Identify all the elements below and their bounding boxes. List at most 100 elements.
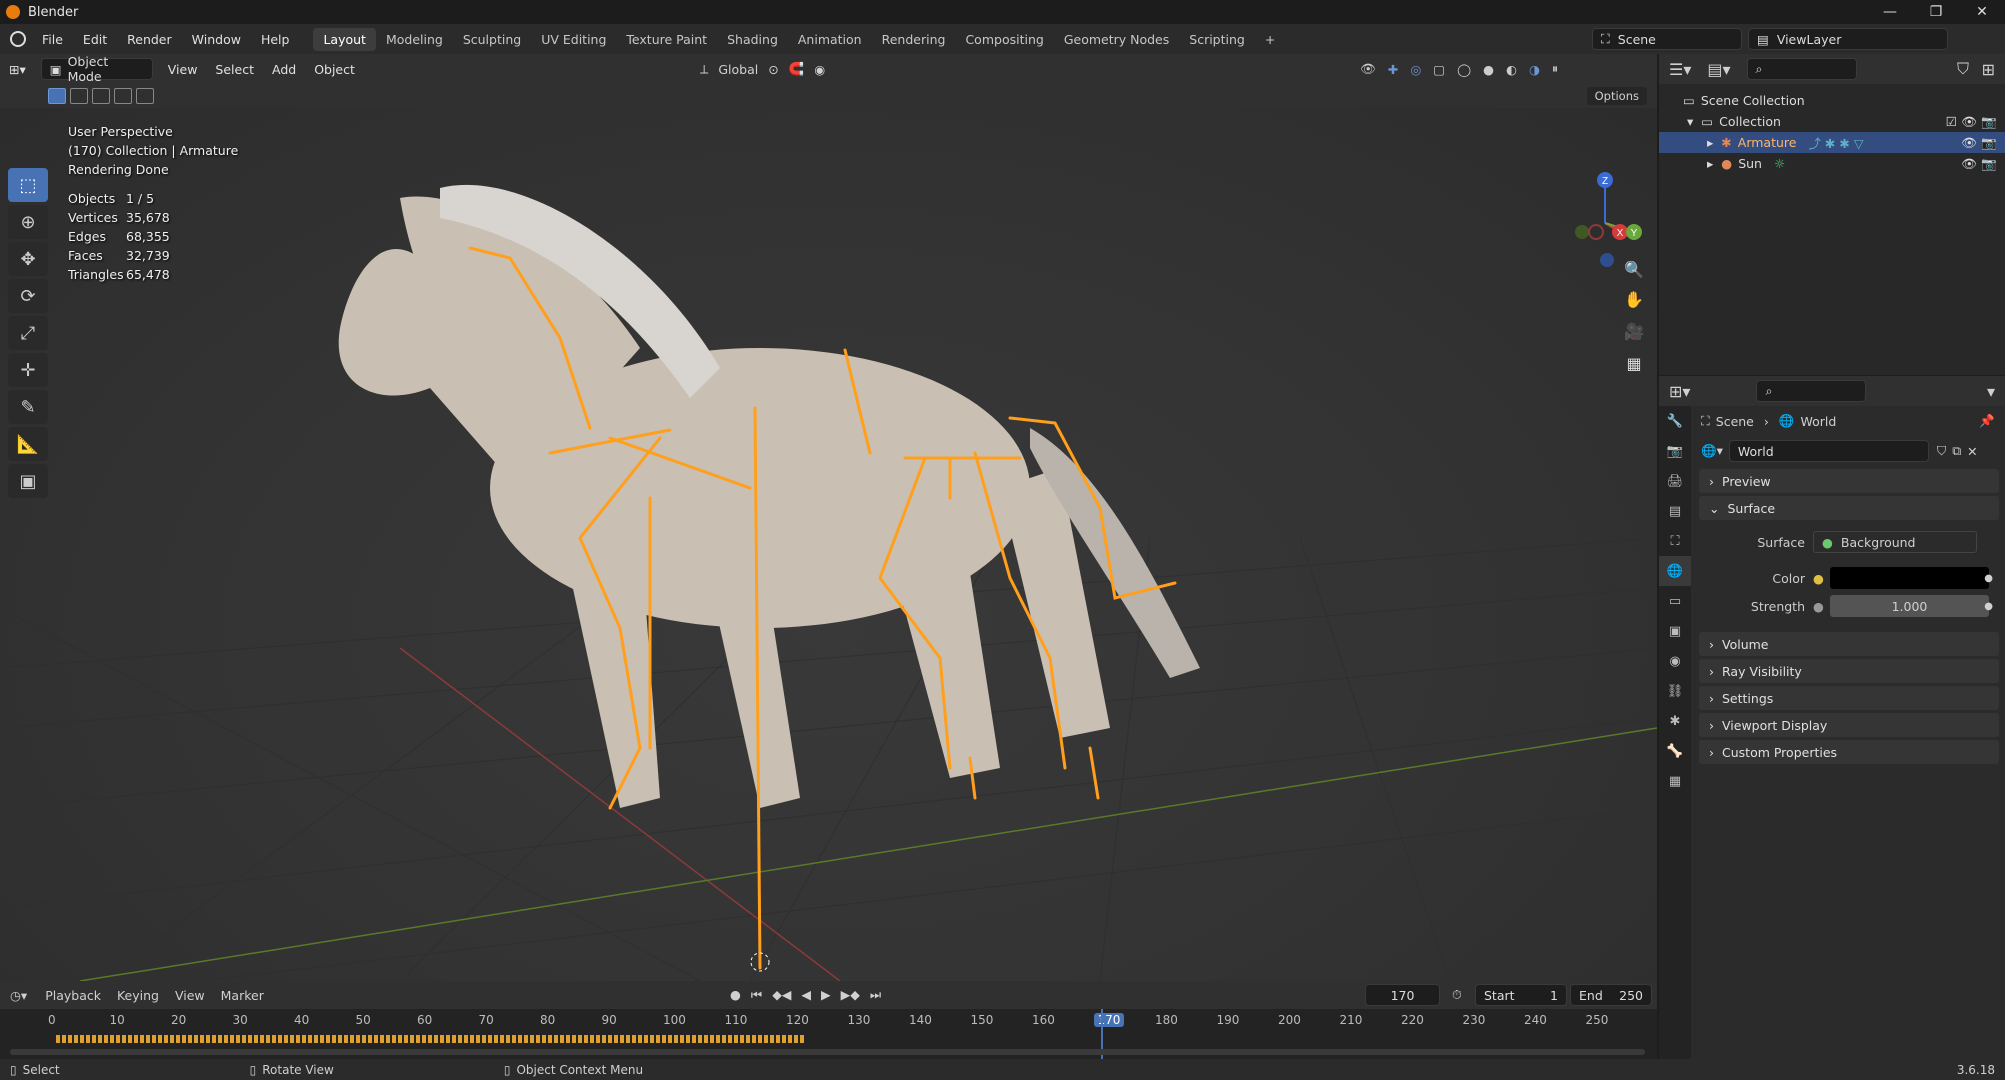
jump-start-icon[interactable]: ⏮ bbox=[751, 987, 762, 1003]
annotate-tool-icon[interactable]: ✎ bbox=[8, 390, 48, 424]
duplicate-icon[interactable]: ⧉ bbox=[1952, 443, 1961, 459]
add-workspace-button[interactable]: + bbox=[1255, 28, 1285, 51]
zoom-icon[interactable]: 🔍 bbox=[1620, 256, 1648, 284]
scene-tab-icon[interactable]: ⛶ bbox=[1659, 526, 1691, 556]
select-box-tool-icon[interactable]: ⬚ bbox=[8, 168, 48, 202]
transform-tool-icon[interactable]: ✛ bbox=[8, 353, 48, 387]
select-mode-invert-icon[interactable] bbox=[114, 88, 132, 104]
play-reverse-icon[interactable]: ◀ bbox=[801, 987, 811, 1003]
pivot-icon[interactable]: ⊙ bbox=[768, 62, 778, 77]
select-mode-extend-icon[interactable] bbox=[70, 88, 88, 104]
scale-tool-icon[interactable]: ⤢ bbox=[8, 316, 48, 350]
3d-viewport[interactable]: ⊞▾ ▣ Object Mode View Select Add Object … bbox=[0, 54, 1657, 981]
current-frame-field[interactable]: 170 bbox=[1365, 984, 1440, 1006]
world-name-field[interactable]: World bbox=[1728, 440, 1929, 462]
clock-icon[interactable]: ⏱ bbox=[1452, 987, 1462, 1003]
strength-slider[interactable]: 1.000 bbox=[1829, 595, 1989, 617]
keyframe-dot-icon[interactable]: ● bbox=[1984, 601, 1993, 612]
new-collection-icon[interactable]: ⊞ bbox=[1982, 60, 1995, 79]
outliner-search-input[interactable]: ⌕ bbox=[1746, 58, 1857, 80]
visibility-icon[interactable]: 👁 bbox=[1360, 61, 1376, 77]
pause-render-icon[interactable]: ⏸ bbox=[1552, 61, 1558, 77]
outliner-item-armature[interactable]: ▸ ✱ Armature ⤴ ✱ ✱ ▽ 👁 📷 bbox=[1659, 132, 2005, 153]
overlays-icon[interactable]: ◎ bbox=[1410, 62, 1421, 77]
menu-add[interactable]: Add bbox=[263, 62, 305, 77]
menu-view[interactable]: View bbox=[159, 62, 207, 77]
texture-tab-icon[interactable]: ▦ bbox=[1659, 766, 1691, 796]
exclude-checkbox-icon[interactable]: ☑ bbox=[1946, 114, 1957, 129]
move-tool-icon[interactable]: ✥ bbox=[8, 242, 48, 276]
collection-row[interactable]: ▾ ▭ Collection ☑ 👁 📷 bbox=[1659, 111, 2005, 132]
cursor-tool-icon[interactable]: ⊕ bbox=[8, 205, 48, 239]
tool-tab-icon[interactable]: 🔧 bbox=[1659, 406, 1691, 436]
material-shading-icon[interactable]: ◐ bbox=[1506, 62, 1517, 77]
output-tab-icon[interactable]: 🖨 bbox=[1659, 466, 1691, 496]
surface-shader-selector[interactable]: ● Background bbox=[1813, 531, 1977, 553]
navigation-gizmo[interactable]: Z X Y bbox=[1550, 168, 1650, 268]
menu-help[interactable]: Help bbox=[251, 32, 300, 47]
object-data-tab-icon[interactable]: ✱ bbox=[1659, 706, 1691, 736]
render-camera-icon[interactable]: 📷 bbox=[1981, 156, 1997, 172]
timeline-editor-icon[interactable]: ◷▾ bbox=[0, 988, 37, 1003]
physics-tab-icon[interactable]: ◉ bbox=[1659, 646, 1691, 676]
expand-icon[interactable]: ▸ bbox=[1707, 135, 1713, 150]
render-camera-icon[interactable]: 📷 bbox=[1981, 114, 1997, 130]
end-frame-field[interactable]: End 250 bbox=[1570, 984, 1652, 1006]
next-keyframe-icon[interactable]: ▶◆ bbox=[841, 987, 860, 1003]
properties-editor-icon[interactable]: ⊞▾ bbox=[1659, 382, 1700, 401]
collection-tab-icon[interactable]: ▭ bbox=[1659, 586, 1691, 616]
menu-select[interactable]: Select bbox=[206, 62, 263, 77]
menu-timeline-view[interactable]: View bbox=[167, 988, 213, 1003]
snap-icon[interactable]: 🧲 bbox=[789, 61, 805, 77]
outliner-editor-icon[interactable]: ☰▾ bbox=[1659, 60, 1701, 79]
select-mode-intersect-icon[interactable] bbox=[136, 88, 154, 104]
scene-selector[interactable]: ⛶ Scene bbox=[1592, 28, 1742, 50]
camera-view-icon[interactable]: 🎥 bbox=[1620, 318, 1648, 346]
eye-icon[interactable]: 👁 bbox=[1961, 114, 1977, 130]
display-mode-icon[interactable]: ▤▾ bbox=[1701, 60, 1736, 79]
bone-tab-icon[interactable]: 🦴 bbox=[1659, 736, 1691, 766]
scene-render-area[interactable]: User Perspective (170) Collection | Arma… bbox=[0, 108, 1657, 981]
add-cube-tool-icon[interactable]: ▣ bbox=[8, 464, 48, 498]
panel-custom-properties[interactable]: › Custom Properties bbox=[1699, 740, 1999, 764]
panel-ray-visibility[interactable]: › Ray Visibility bbox=[1699, 659, 1999, 683]
expand-icon[interactable]: ▾ bbox=[1687, 114, 1693, 129]
xray-icon[interactable]: ▢ bbox=[1433, 62, 1445, 77]
timeline-scrollbar[interactable] bbox=[10, 1049, 1645, 1055]
world-tab-icon[interactable]: 🌐 bbox=[1659, 556, 1691, 586]
measure-tool-icon[interactable]: 📐 bbox=[8, 427, 48, 461]
pin-icon[interactable]: 📌 bbox=[1979, 413, 1995, 429]
eye-icon[interactable]: 👁 bbox=[1961, 135, 1977, 151]
fake-user-icon[interactable]: ⛉ bbox=[1937, 443, 1946, 459]
tab-scripting[interactable]: Scripting bbox=[1179, 28, 1255, 51]
solid-shading-icon[interactable]: ● bbox=[1483, 62, 1494, 77]
expand-icon[interactable]: ▸ bbox=[1707, 156, 1713, 171]
proportional-editing-icon[interactable]: ◉ bbox=[814, 62, 825, 77]
panel-volume[interactable]: › Volume bbox=[1699, 632, 1999, 656]
editor-type-icon[interactable]: ⊞▾ bbox=[0, 62, 35, 77]
menu-keying[interactable]: Keying bbox=[109, 988, 167, 1003]
menu-object[interactable]: Object bbox=[305, 62, 364, 77]
options-button[interactable]: Options bbox=[1586, 87, 1647, 105]
options-dropdown-icon[interactable]: ▾ bbox=[1987, 382, 1995, 401]
menu-window[interactable]: Window bbox=[182, 32, 251, 47]
menu-marker[interactable]: Marker bbox=[213, 988, 272, 1003]
unlink-icon[interactable]: ✕ bbox=[1967, 444, 1977, 459]
close-icon[interactable]: ✕ bbox=[1959, 0, 2005, 24]
properties-search-input[interactable]: ⌕ bbox=[1756, 380, 1867, 402]
wireframe-shading-icon[interactable]: ◯ bbox=[1457, 62, 1471, 77]
scene-collection-row[interactable]: ▭ Scene Collection bbox=[1659, 90, 2005, 111]
tab-modeling[interactable]: Modeling bbox=[376, 28, 453, 51]
orientation-selector[interactable]: Global bbox=[718, 62, 758, 77]
panel-settings[interactable]: › Settings bbox=[1699, 686, 1999, 710]
panel-preview[interactable]: › Preview bbox=[1699, 469, 1999, 493]
menu-render[interactable]: Render bbox=[117, 32, 182, 47]
filter-icon[interactable]: ⛉ bbox=[1957, 59, 1969, 79]
ortho-grid-icon[interactable]: ▦ bbox=[1620, 350, 1648, 378]
tab-shading[interactable]: Shading bbox=[717, 28, 788, 51]
tab-layout[interactable]: Layout bbox=[313, 27, 376, 51]
select-mode-subtract-icon[interactable] bbox=[92, 88, 110, 104]
keyframe-dot-icon[interactable]: ● bbox=[1984, 573, 1993, 584]
timeline-area[interactable]: 0 10 20 30 40 50 60 70 80 90 100 110 120 130 140 150 160… bbox=[0, 1009, 1657, 1059]
start-frame-field[interactable]: Start 1 bbox=[1475, 984, 1567, 1006]
